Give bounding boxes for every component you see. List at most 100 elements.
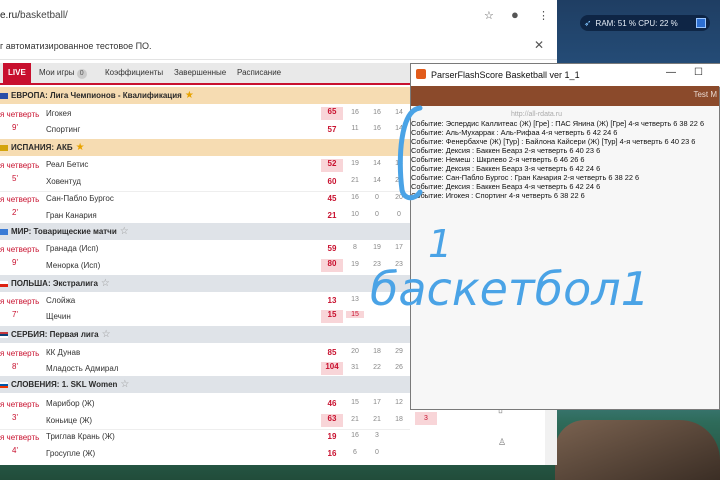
quarter-score: 19 [351,160,359,167]
match-minute: 3' [12,413,18,422]
quarter-score: 26 [395,364,403,371]
close-icon[interactable]: ✕ [534,38,544,52]
log-line: Событие: Фенербахче (Ж) [Тур] : Байлона … [411,137,696,146]
home-team[interactable]: Триглав Крань (Ж) [46,432,115,441]
match-period: я четверть [0,110,40,119]
tab-live[interactable]: LIVE [3,63,31,83]
home-score: 52 [321,159,343,172]
quarter-score: 16 [373,109,381,116]
infobar-text: г автоматизированное тестовое ПО. [0,41,152,51]
minimize-icon[interactable]: — [666,67,676,78]
parser-titlebar[interactable]: ParserFlashScore Basketball ver 1_1 — ☐ [411,64,720,87]
system-monitor-text: RAM: 51 % CPU: 22 % [595,18,678,28]
home-score: 85 [327,348,337,357]
away-team[interactable]: Щечин [46,312,71,321]
away-score: 15 [321,310,343,323]
system-monitor-widget[interactable]: ➶ RAM: 51 % CPU: 22 % [580,15,710,31]
quarter-score: 18 [395,416,403,423]
star-icon[interactable]: ★ [76,142,85,153]
match-minute: 8' [12,362,18,371]
star-icon[interactable]: ☆ [120,226,129,237]
home-team[interactable]: Гранада (Исп) [46,244,98,253]
away-team[interactable]: Менорка (Исп) [46,261,100,270]
tab-schedule[interactable]: Расписание [237,63,281,83]
log-line: Событие: Аль-Мухаррак : Аль-Рифаа 4-я че… [411,128,618,137]
quarter-score: 0 [375,449,379,456]
quarter-score: 18 [373,348,381,355]
home-team[interactable]: Слойжа [46,296,75,305]
url-hint: http://all-rdata.ru [511,111,562,118]
home-team[interactable]: КК Дунав [46,348,80,357]
shirt-icon[interactable]: ♙ [498,437,506,448]
log-line: Событие: Эспердис Каллитеас (Ж) [Гре] : … [411,119,705,128]
handwritten-number: 1 [428,222,453,266]
quarter-score: 16 [351,432,359,439]
home-team[interactable]: Марибор (Ж) [46,399,95,408]
away-team[interactable]: Коньице (Ж) [46,416,92,425]
away-team[interactable]: Гран Канария [46,211,97,220]
star-icon[interactable]: ★ [185,90,194,101]
away-team[interactable]: Спортинг [46,125,80,134]
league-header[interactable]: СЛОВЕНИЯ: 1. SKL Women ☆ [0,376,410,393]
league-header[interactable]: ЕВРОПА: Лига Чемпионов - Квалификация ★ [0,87,410,104]
league-header[interactable]: МИР: Товарищеские матчи ☆ [0,223,410,240]
quarter-score: 8 [353,244,357,251]
quarter-score: 21 [351,177,359,184]
star-icon[interactable]: ☆ [102,329,111,340]
away-score: 63 [321,414,343,427]
star-icon[interactable]: ☆ [101,278,110,289]
quarter-score: 29 [395,348,403,355]
match-period: я четверть [0,297,40,306]
flag-icon [0,381,8,388]
league-header[interactable]: ПОЛЬША: Экстралига ☆ [0,275,410,292]
quarter-score: 19 [373,244,381,251]
star-icon[interactable]: ☆ [120,379,129,390]
away-score: 16 [327,449,337,458]
match-list: ЕВРОПА: Лига Чемпионов - Квалификация ★ я… [0,85,410,465]
quarter-score: 0 [375,194,379,201]
home-team[interactable]: Игокея [46,109,71,118]
league-header[interactable]: ИСПАНИЯ: АКБ ★ [0,139,410,156]
quarter-score: 21 [351,416,359,423]
match-minute: 2' [12,208,18,217]
menu-dots-icon[interactable]: ⋮ [538,9,549,22]
flag-icon [0,280,8,287]
maximize-icon[interactable]: ☐ [694,67,703,78]
tab-my-games[interactable]: Мои игры 0 [39,63,87,83]
league-header[interactable]: СЕРБИЯ: Первая лига ☆ [0,326,410,343]
away-score: 57 [327,125,337,134]
address-bar[interactable]: e.ru/basketball/ ☆ ● ⋮ [0,0,557,34]
tab-odds[interactable]: Коэффициенты [105,63,163,83]
match-minute: 9' [12,258,18,267]
match-minute: 9' [12,123,18,132]
parser-toolbar: Test M [411,86,719,106]
home-score: 19 [327,432,337,441]
tab-finished[interactable]: Завершенные [174,63,226,83]
match-minute: 5' [12,174,18,183]
away-team[interactable]: Ховентуд [46,177,81,186]
match-period: я четверть [0,433,40,442]
home-team[interactable]: Сан-Пабло Бургос [46,194,114,203]
automation-infobar: г автоматизированное тестовое ПО. ✕ [0,33,557,60]
profile-icon[interactable]: ● [511,7,519,22]
quarter-score: 0 [375,211,379,218]
quarter-score: 21 [373,416,381,423]
handwritten-circle [397,105,423,201]
home-score: 59 [327,244,337,253]
quarter-score: 15 [351,399,359,406]
toolbar-button[interactable]: Test M [693,90,717,99]
bookmark-star-icon[interactable]: ☆ [484,9,494,22]
home-team[interactable]: Реал Бетис [46,160,88,169]
url-text[interactable]: e.ru/basketball/ [0,10,68,21]
away-team[interactable]: Гросупле (Ж) [46,449,95,458]
home-score: 46 [327,399,337,408]
away-team[interactable]: Младость Адмирал [46,364,119,373]
away-score: 104 [321,362,343,375]
home-score: 65 [321,107,343,120]
match-period: я четверть [0,195,40,204]
flag-icon [0,228,8,235]
quarter-score: 10 [351,211,359,218]
match-period: я четверть [0,161,40,170]
quarter-score: 0 [397,211,401,218]
parser-title: ParserFlashScore Basketball ver 1_1 [431,70,580,80]
